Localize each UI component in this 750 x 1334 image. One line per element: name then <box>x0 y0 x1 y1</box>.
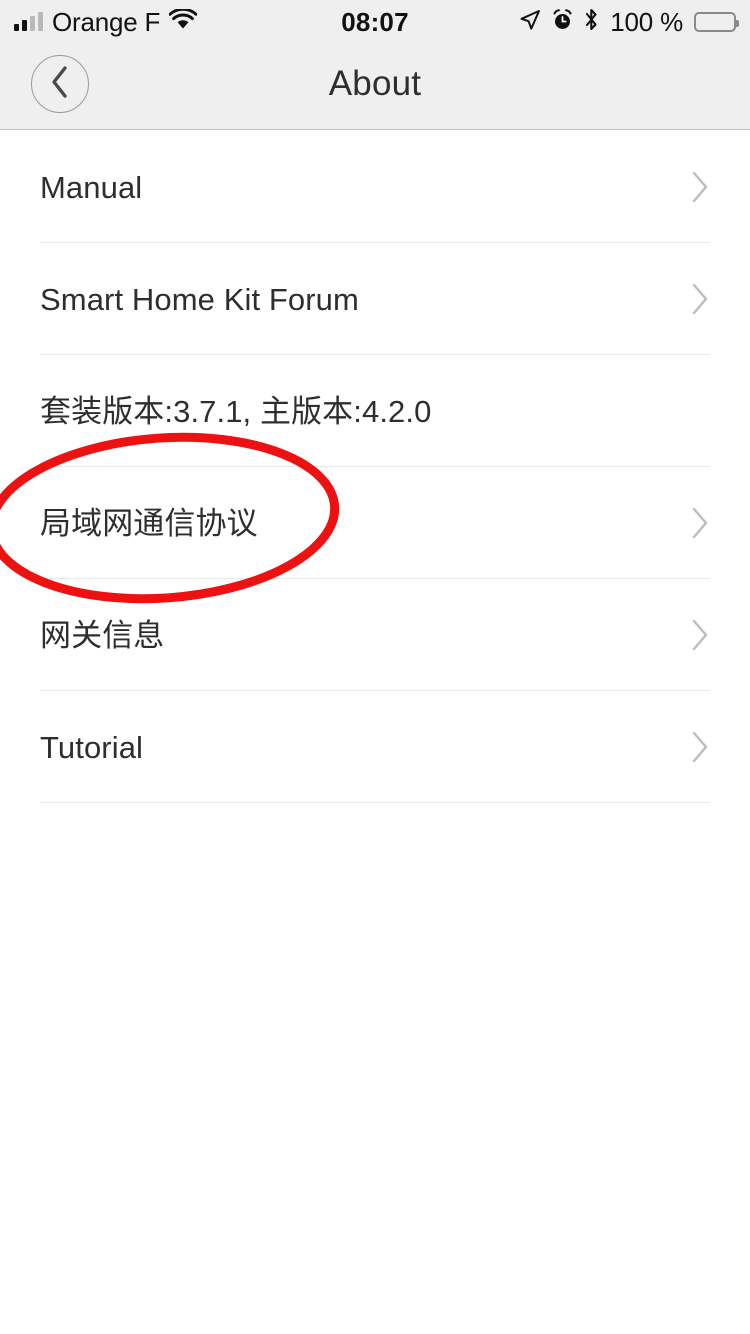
wifi-icon <box>168 7 198 35</box>
list-item-label: 网关信息 <box>40 617 165 653</box>
status-bar-left: Orange F <box>14 7 198 37</box>
list-item-tutorial[interactable]: Tutorial <box>0 691 750 803</box>
navigation-bar: About <box>0 44 750 130</box>
battery-icon <box>694 12 739 32</box>
bluetooth-icon <box>584 8 599 36</box>
cellular-signal-icon <box>14 12 43 31</box>
list-item-lan-communication-protocol[interactable]: 局域网通信协议 <box>0 467 750 579</box>
clock-label: 08:07 <box>341 6 409 37</box>
version-label: 套装版本:3.7.1, 主版本:4.2.0 <box>40 393 432 429</box>
battery-percent-label: 100 % <box>610 7 683 37</box>
chevron-right-icon <box>690 170 710 204</box>
list-item-label: 局域网通信协议 <box>40 505 258 541</box>
list-item-label: Smart Home Kit Forum <box>40 281 359 317</box>
list-item-version-info: 套装版本:3.7.1, 主版本:4.2.0 <box>0 355 750 467</box>
location-arrow-icon <box>519 9 541 36</box>
list-item-manual[interactable]: Manual <box>0 131 750 243</box>
list-item-label: Tutorial <box>40 729 144 765</box>
chevron-right-icon <box>690 506 710 540</box>
chevron-right-icon <box>690 730 710 764</box>
page-title: About <box>328 64 422 103</box>
list-item-label: Manual <box>40 169 143 205</box>
carrier-label: Orange F <box>52 7 161 37</box>
list-item-smart-home-kit-forum[interactable]: Smart Home Kit Forum <box>0 243 750 355</box>
status-bar-right: 100 % <box>519 7 739 37</box>
row-separator <box>40 802 710 803</box>
chevron-right-icon <box>690 618 710 652</box>
list-item-gateway-info[interactable]: 网关信息 <box>0 579 750 691</box>
about-list: Manual Smart Home Kit Forum 套装版本:3.7.1, … <box>0 131 750 803</box>
alarm-clock-icon <box>552 8 573 36</box>
chevron-right-icon <box>690 282 710 316</box>
status-bar: Orange F 08:07 100 % <box>0 0 750 44</box>
